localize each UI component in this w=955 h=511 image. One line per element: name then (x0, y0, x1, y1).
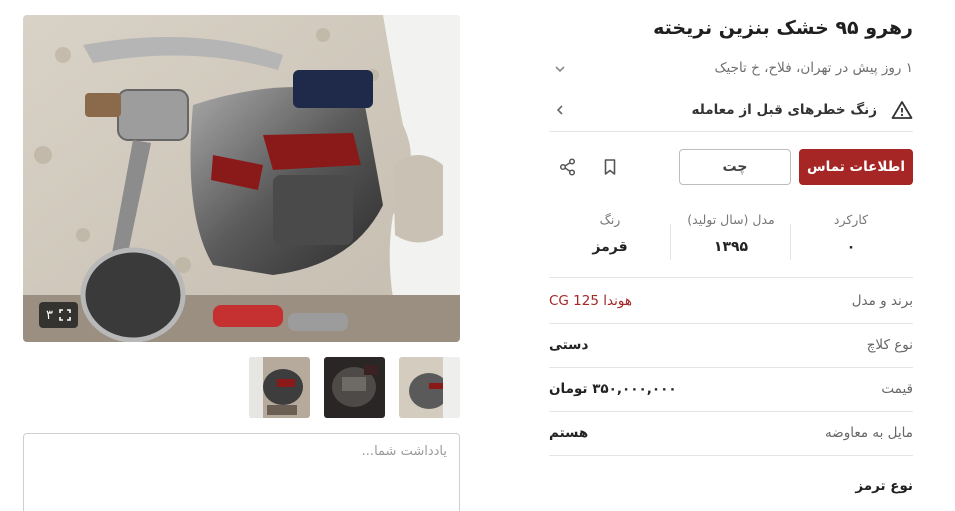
attr-value-link[interactable]: هوندا CG 125 (549, 293, 632, 309)
fullscreen-icon (59, 309, 71, 321)
attr-row-exchange: مایل به معاوضه هستم (549, 412, 913, 456)
attr-value: هستم (549, 425, 589, 441)
bookmark-icon[interactable] (599, 156, 621, 178)
attr-key: مایل به معاوضه (825, 425, 913, 441)
attr-key: برند و مدل (851, 293, 913, 309)
attr-value: ۳۵۰,۰۰۰,۰۰۰ تومان (549, 381, 677, 397)
photo-count-badge[interactable]: ۳ (39, 302, 78, 328)
key-stats: کارکرد ۰ مدل (سال تولید) ۱۳۹۵ رنگ قرمز (549, 212, 913, 278)
note-textarea[interactable] (23, 433, 460, 511)
attr-key: نوع کلاچ (866, 337, 913, 353)
warning-icon (891, 101, 913, 119)
attr-row-price: قیمت ۳۵۰,۰۰۰,۰۰۰ تومان (549, 368, 913, 412)
motorcycle-photo (23, 15, 460, 342)
stat-label: رنگ (599, 212, 621, 227)
stat-value: قرمز (592, 239, 628, 255)
chevron-left-icon (556, 105, 563, 115)
attr-key: قیمت (881, 381, 913, 397)
stat-value: ۰ (846, 239, 856, 255)
attr-row-brand: برند و مدل هوندا CG 125 (549, 280, 913, 324)
ad-meta-row[interactable]: ۱ روز پیش در تهران، فلاح، خ تاجیک (549, 60, 913, 80)
thumbnail-2[interactable] (324, 357, 385, 418)
ad-meta: ۱ روز پیش در تهران، فلاح، خ تاجیک (714, 60, 913, 76)
contact-info-button[interactable]: اطلاعات تماس (799, 149, 913, 185)
warning-text: زنگ خطرهای قبل از معامله (691, 102, 877, 118)
thumbnail-1[interactable] (249, 357, 310, 418)
stat-label: کارکرد (833, 212, 869, 227)
thumbnail-image (324, 357, 385, 418)
stat-model-year: مدل (سال تولید) ۱۳۹۵ (671, 212, 791, 255)
thumbnail-3[interactable] (399, 357, 460, 418)
main-photo[interactable]: ۳ (23, 15, 460, 342)
stat-label: مدل (سال تولید) (687, 212, 775, 227)
chat-button[interactable]: چت (679, 149, 791, 185)
thumbnail-image (399, 357, 460, 418)
chevron-down-icon (555, 66, 565, 73)
attr-brake-type: نوع ترمز (855, 478, 913, 494)
ad-title: رهرو ۹۵ خشک بنزین نریخته (653, 17, 913, 39)
stat-value: ۱۳۹۵ (713, 239, 749, 255)
photo-count: ۳ (46, 307, 53, 323)
attr-row-clutch: نوع کلاچ دستی (549, 324, 913, 368)
thumbnail-image (249, 357, 310, 418)
stat-color: رنگ قرمز (549, 212, 671, 255)
stat-mileage: کارکرد ۰ (789, 212, 913, 255)
attr-value: دستی (549, 337, 589, 353)
warning-row[interactable]: زنگ خطرهای قبل از معامله (549, 96, 913, 132)
share-icon[interactable] (557, 156, 579, 178)
